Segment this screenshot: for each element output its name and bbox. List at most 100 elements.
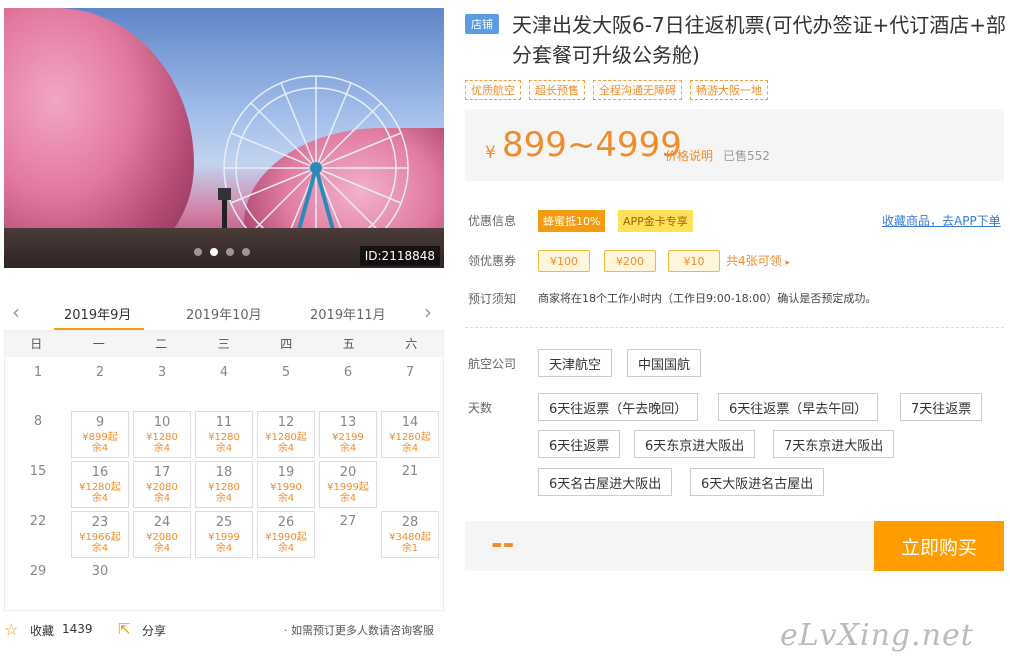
- days-option[interactable]: 7天东京进大阪出: [773, 430, 895, 458]
- calendar-day[interactable]: 17 ¥2080 余4: [133, 461, 191, 508]
- coupon-10[interactable]: ¥10: [668, 250, 720, 272]
- calendar-day: 15: [9, 461, 67, 508]
- day-remaining: 余4: [215, 493, 233, 504]
- day-remaining: 余4: [277, 443, 295, 454]
- days-option[interactable]: 6天大阪进名古屋出: [690, 468, 825, 496]
- days-option[interactable]: 6天往返票（午去晚回）: [538, 393, 699, 421]
- day-remaining: 余1: [401, 543, 419, 554]
- product-title: 天津出发大阪6-7日往返机票(可代办签证+代订酒店+部分套餐可升级公务舱): [512, 13, 1006, 67]
- chevron-right-icon[interactable]: ›: [424, 300, 432, 324]
- day-remaining: 余4: [91, 443, 109, 454]
- calendar-day[interactable]: 24 ¥2080 余4: [133, 511, 191, 558]
- day-remaining: 余4: [277, 493, 295, 504]
- month-nav: ‹ 2019年9月 2019年10月 2019年11月 ›: [4, 296, 444, 330]
- day-remaining: 余4: [91, 493, 109, 504]
- consult-note: · 如需预订更多人数请咨询客服: [284, 624, 434, 637]
- weekday-header: 日 一 二 三 四 五 六: [5, 331, 443, 357]
- calendar-day[interactable]: 14 ¥1280起 余4: [381, 411, 439, 458]
- weekday: 三: [217, 337, 230, 351]
- day-price: ¥1999: [208, 532, 240, 543]
- calendar-day[interactable]: 26 ¥1990起 余4: [257, 511, 315, 558]
- calendar-day: 27: [319, 511, 377, 558]
- day-number: 27: [339, 514, 357, 529]
- day-price: ¥1280: [146, 432, 178, 443]
- airline-option[interactable]: 中国国航: [627, 349, 702, 377]
- notice-text: 商家将在18个工作小时内（工作日9:00-18:00）确认是否预定成功。: [538, 292, 877, 305]
- calendar-day[interactable]: 23 ¥1966起 余4: [71, 511, 129, 558]
- days-option[interactable]: 6天往返票: [538, 430, 621, 458]
- coupon-100[interactable]: ¥100: [538, 250, 590, 272]
- tag-item: 超长预售: [529, 80, 585, 100]
- offer-badge-app: APP金卡专享: [618, 210, 693, 232]
- day-number: 24: [153, 515, 171, 530]
- days-option[interactable]: 7天往返票: [900, 393, 983, 421]
- day-number: 29: [29, 564, 47, 579]
- day-remaining: 余4: [215, 543, 233, 554]
- calendar-day[interactable]: 16 ¥1280起 余4: [71, 461, 129, 508]
- coupon-more-link[interactable]: 共4张可领 ▸: [726, 252, 790, 269]
- favorite-label[interactable]: 收藏: [30, 622, 54, 639]
- month-tab-oct[interactable]: 2019年10月: [186, 304, 262, 323]
- share-label[interactable]: 分享: [142, 622, 166, 639]
- day-number: 3: [157, 365, 167, 380]
- day-price: ¥3480起: [389, 532, 431, 543]
- price-note-link[interactable]: 价格说明: [665, 147, 713, 164]
- tag-item: 优质航空: [465, 80, 521, 100]
- calendar-day[interactable]: 25 ¥1999 余4: [195, 511, 253, 558]
- weekday: 四: [280, 337, 293, 351]
- day-number: 9: [95, 415, 105, 430]
- days-option[interactable]: 6天东京进大阪出: [634, 430, 756, 458]
- tag-item: 畅游大阪一地: [690, 80, 768, 100]
- weekday: 六: [405, 337, 418, 351]
- calendar-day[interactable]: 20 ¥1999起 余4: [319, 461, 377, 508]
- tag-item: 全程沟通无障碍: [593, 80, 682, 100]
- selection-summary: --: [465, 521, 875, 571]
- calendar-day[interactable]: 11 ¥1280 余4: [195, 411, 253, 458]
- chevron-left-icon[interactable]: ‹: [12, 300, 20, 324]
- calendar-day[interactable]: 18 ¥1280 余4: [195, 461, 253, 508]
- month-tab-sep[interactable]: 2019年9月: [64, 304, 131, 323]
- days-option[interactable]: 6天往返票（早去午回）: [718, 393, 879, 421]
- coupon-200[interactable]: ¥200: [604, 250, 656, 272]
- fav-app-link[interactable]: 收藏商品，去APP下单: [882, 212, 1001, 229]
- calendar-day[interactable]: 19 ¥1990 余4: [257, 461, 315, 508]
- day-number: 21: [401, 464, 419, 479]
- image-id-tag: ID:2118848: [359, 246, 440, 266]
- day-number: 26: [277, 515, 295, 530]
- calendar-day: 22: [9, 511, 67, 558]
- days-option[interactable]: 6天名古屋进大阪出: [538, 468, 673, 496]
- day-number: 8: [33, 414, 43, 429]
- calendar-day[interactable]: 10 ¥1280 余4: [133, 411, 191, 458]
- airline-label: 航空公司: [468, 357, 517, 371]
- day-price: ¥1280起: [79, 482, 121, 493]
- feature-tags: 优质航空 超长预售 全程沟通无障碍 畅游大阪一地: [465, 80, 768, 100]
- day-number: 2: [95, 365, 105, 380]
- offers-label: 优惠信息: [468, 214, 517, 228]
- calendar-day[interactable]: 12 ¥1280起 余4: [257, 411, 315, 458]
- day-number: 4: [219, 365, 229, 380]
- day-price: ¥1990起: [265, 532, 307, 543]
- calendar-day[interactable]: 13 ¥2199 余4: [319, 411, 377, 458]
- weekday: 二: [155, 337, 168, 351]
- day-number: 17: [153, 465, 171, 480]
- watermark: eLvXing.net: [780, 618, 974, 653]
- notice-label: 预订须知: [468, 292, 517, 306]
- day-price: ¥1999起: [327, 482, 369, 493]
- shop-badge[interactable]: 店铺: [465, 14, 499, 34]
- month-tab-nov[interactable]: 2019年11月: [310, 304, 386, 323]
- day-number: 25: [215, 515, 233, 530]
- airline-option[interactable]: 天津航空: [538, 349, 613, 377]
- carousel-dots[interactable]: [194, 248, 250, 256]
- share-icon[interactable]: ⇱: [118, 620, 131, 638]
- calendar-day: 30: [71, 561, 129, 608]
- coupon-label: 领优惠券: [468, 254, 517, 268]
- day-number: 12: [277, 415, 295, 430]
- day-number: 7: [405, 365, 415, 380]
- star-icon[interactable]: ☆: [4, 620, 18, 639]
- day-remaining: 余4: [153, 443, 171, 454]
- calendar-day: 5: [257, 362, 315, 409]
- buy-now-button[interactable]: 立即购买: [874, 521, 1004, 571]
- calendar-day[interactable]: 28 ¥3480起 余1: [381, 511, 439, 558]
- product-image[interactable]: ID:2118848: [4, 8, 444, 268]
- calendar-day[interactable]: 9 ¥899起 余4: [71, 411, 129, 458]
